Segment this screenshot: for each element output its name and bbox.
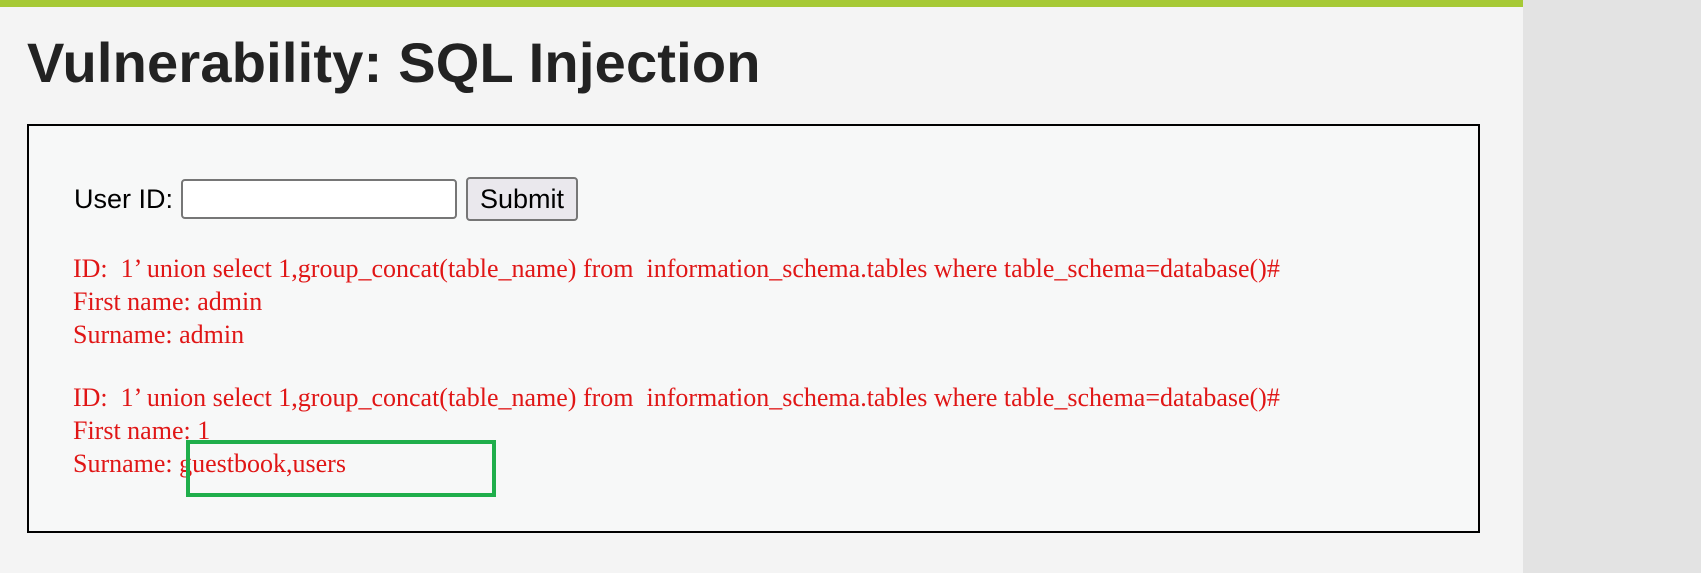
- user-id-form: User ID: Submit: [74, 176, 579, 222]
- result-surname-line: Surname: admin: [73, 320, 245, 349]
- highlight-annotation-box: [186, 440, 496, 497]
- submit-button[interactable]: Submit: [466, 177, 579, 221]
- top-accent-bar: [0, 0, 1523, 7]
- result-id-line: ID: 1’ union select 1,group_concat(table…: [73, 383, 1280, 412]
- page-title: Vulnerability: SQL Injection: [27, 31, 761, 94]
- user-id-label: User ID:: [74, 183, 174, 214]
- right-gutter: [1523, 0, 1701, 573]
- page: Vulnerability: SQL Injection User ID: Su…: [0, 0, 1701, 573]
- user-id-input[interactable]: [181, 179, 458, 219]
- result-id-line: ID: 1’ union select 1,group_concat(table…: [73, 254, 1280, 283]
- query-result-1: ID: 1’ union select 1,group_concat(table…: [73, 252, 1280, 351]
- result-first-name-line: First name: admin: [73, 287, 263, 316]
